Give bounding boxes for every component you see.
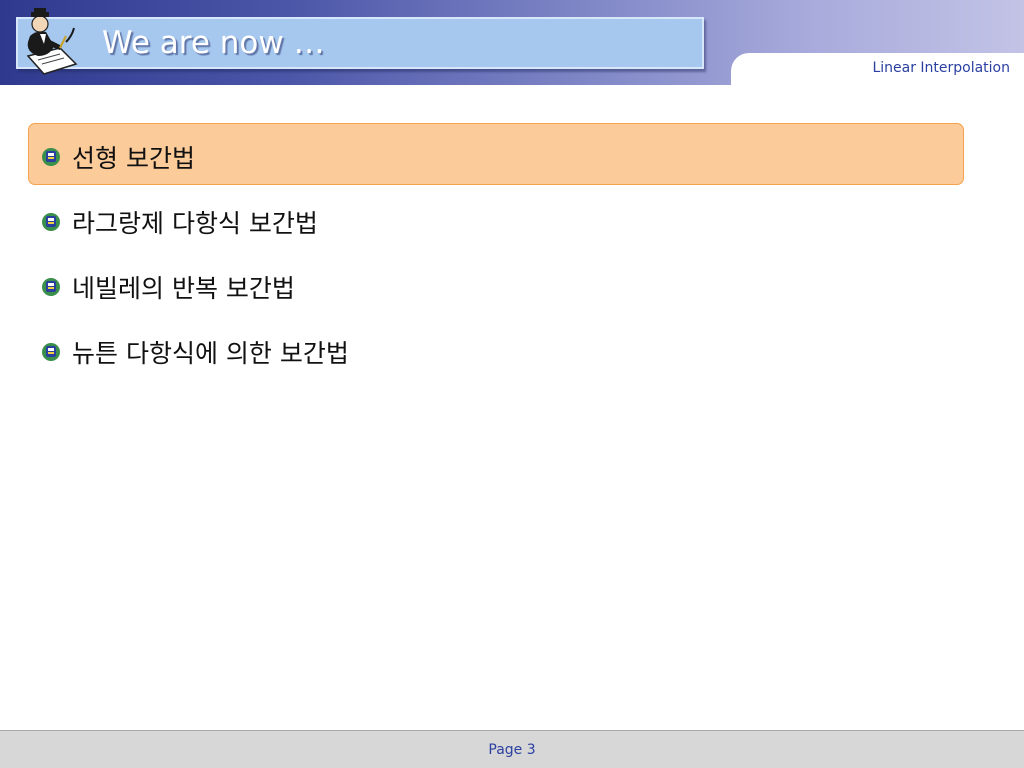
page-number: Page 3 [488,742,536,758]
crest-bullet-icon [42,343,60,361]
writer-at-desk-icon [26,8,78,75]
list-item-label: 라그랑제 다항식 보간법 [72,209,318,238]
slide-title: We are now … [102,25,325,61]
list-item-label: 뉴튼 다항식에 의한 보간법 [72,339,349,368]
list-item: 라그랑제 다항식 보간법 [40,202,318,242]
list-item: 네빌레의 반복 보간법 [40,267,295,307]
crest-bullet-icon [42,213,60,231]
list-item-label: 네빌레의 반복 보간법 [72,274,295,303]
list-item: 뉴튼 다항식에 의한 보간법 [40,332,349,372]
crest-bullet-icon [42,148,60,166]
subtitle-tab-label: Linear Interpolation [872,60,1010,76]
list-item: 선형 보간법 [40,137,195,177]
crest-bullet-icon [42,278,60,296]
list-item-label: 선형 보간법 [72,144,195,173]
